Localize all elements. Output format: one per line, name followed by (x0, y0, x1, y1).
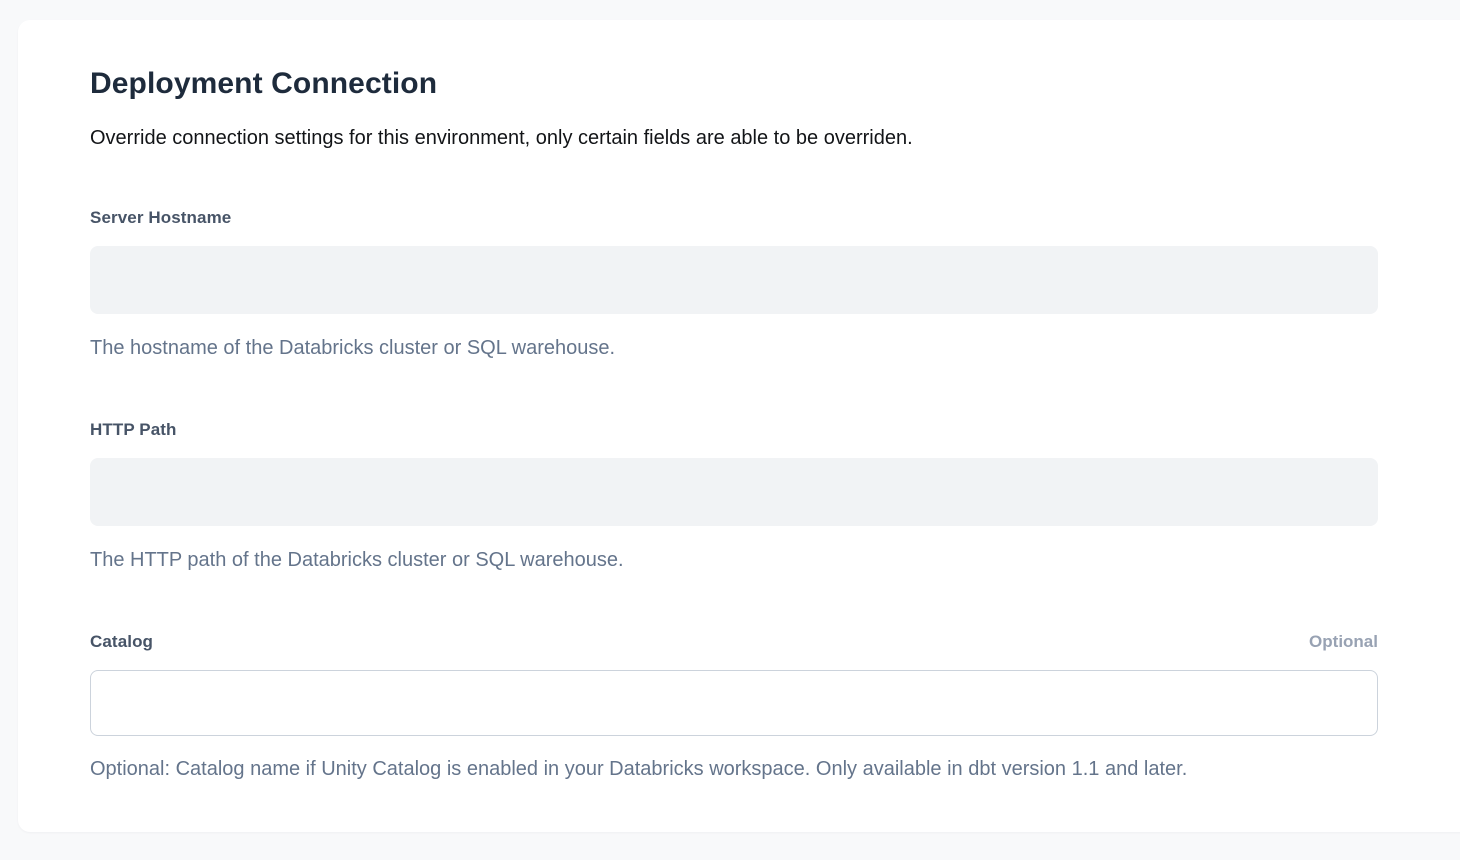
http-path-help-text: The HTTP path of the Databricks cluster … (90, 547, 1378, 573)
server-hostname-help-text: The hostname of the Databricks cluster o… (90, 335, 1378, 361)
catalog-optional-badge: Optional (1309, 631, 1378, 652)
catalog-help-text: Optional: Catalog name if Unity Catalog … (90, 756, 1378, 782)
http-path-label: HTTP Path (90, 419, 177, 440)
deployment-connection-form: Deployment Connection Override connectio… (90, 20, 1378, 782)
page-subtitle: Override connection settings for this en… (90, 125, 1378, 151)
server-hostname-label-row: Server Hostname (90, 207, 1378, 228)
http-path-input (90, 458, 1378, 526)
server-hostname-label: Server Hostname (90, 207, 231, 228)
server-hostname-input (90, 246, 1378, 314)
page-title: Deployment Connection (90, 66, 1378, 102)
field-group-server-hostname: Server Hostname The hostname of the Data… (90, 207, 1378, 361)
deployment-connection-card: Deployment Connection Override connectio… (18, 20, 1460, 832)
catalog-label: Catalog (90, 631, 153, 652)
field-group-http-path: HTTP Path The HTTP path of the Databrick… (90, 419, 1378, 573)
http-path-label-row: HTTP Path (90, 419, 1378, 440)
field-group-catalog: Catalog Optional Optional: Catalog name … (90, 631, 1378, 782)
catalog-input[interactable] (90, 670, 1378, 736)
catalog-label-row: Catalog Optional (90, 631, 1378, 652)
